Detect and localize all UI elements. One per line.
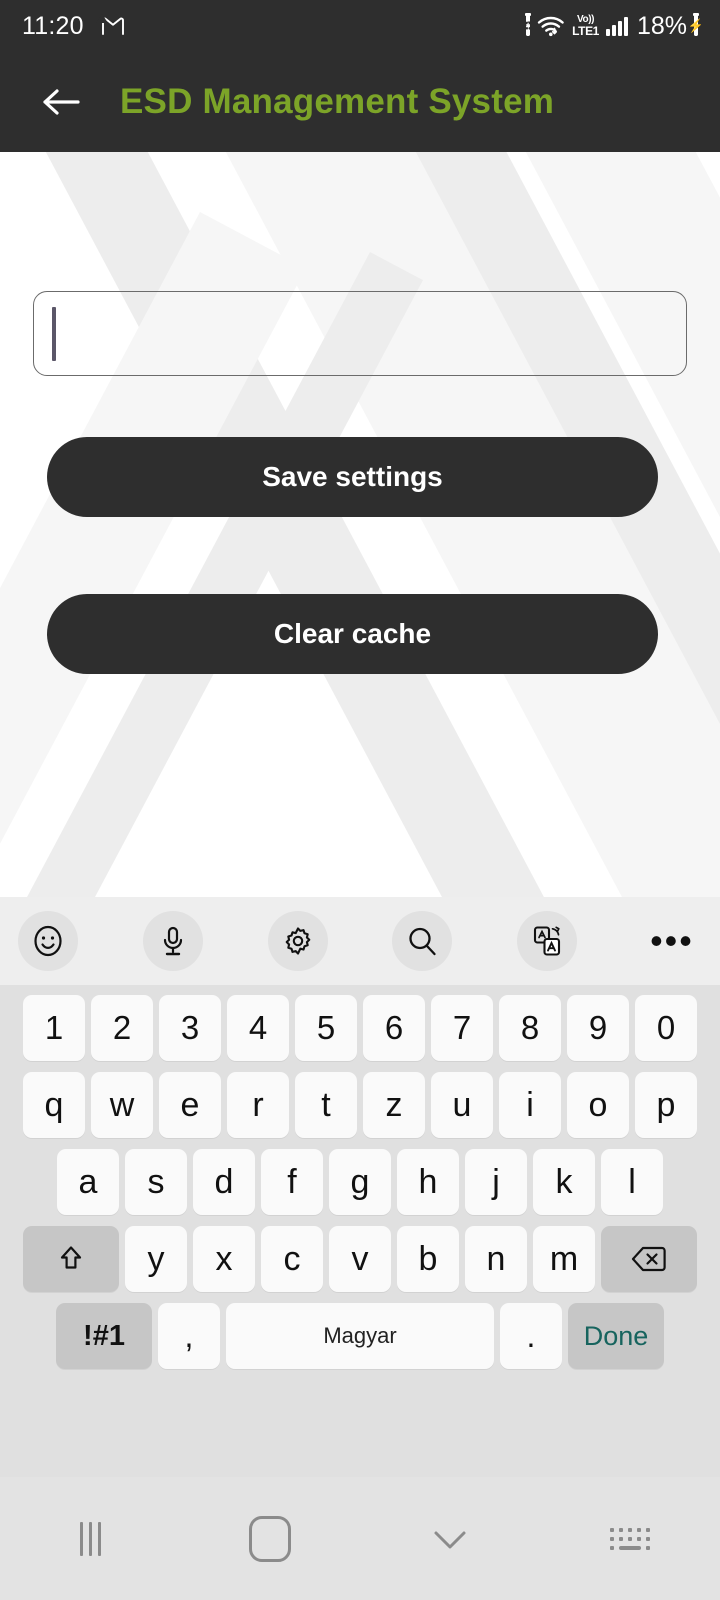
key-2[interactable]: 2 [91, 995, 153, 1061]
clear-cache-button[interactable]: Clear cache [47, 594, 658, 674]
on-screen-keyboard: ••• 1 2 3 4 5 6 7 8 9 0 q w e r t z u i … [0, 897, 720, 1477]
key-u[interactable]: u [431, 1072, 493, 1138]
key-3[interactable]: 3 [159, 995, 221, 1061]
back-button[interactable] [34, 75, 88, 129]
key-7[interactable]: 7 [431, 995, 493, 1061]
keyboard-row-3: y x c v b n m [6, 1226, 714, 1292]
key-s[interactable]: s [125, 1149, 187, 1215]
main-content: Save settings Clear cache [0, 152, 720, 897]
keyboard-rows: 1 2 3 4 5 6 7 8 9 0 q w e r t z u i o p … [0, 985, 720, 1369]
wifi-icon [537, 15, 565, 37]
search-icon[interactable] [392, 911, 453, 971]
key-n[interactable]: n [465, 1226, 527, 1292]
status-bar: 11:20 ♻ Vo)) LTE1 18% ⚡ [0, 0, 720, 52]
done-key[interactable]: Done [568, 1303, 664, 1369]
backspace-key[interactable] [601, 1226, 697, 1292]
key-c[interactable]: c [261, 1226, 323, 1292]
keyboard-row-numbers: 1 2 3 4 5 6 7 8 9 0 [6, 995, 714, 1061]
status-bar-right: ♻ Vo)) LTE1 18% ⚡ [522, 11, 705, 40]
key-x[interactable]: x [193, 1226, 255, 1292]
key-b[interactable]: b [397, 1226, 459, 1292]
save-settings-button[interactable]: Save settings [47, 437, 658, 517]
key-8[interactable]: 8 [499, 995, 561, 1061]
switch-keyboard-button[interactable] [540, 1527, 720, 1550]
chevron-down-icon [434, 1531, 466, 1548]
overflow-menu-icon[interactable]: ••• [642, 911, 702, 971]
key-g[interactable]: g [329, 1149, 391, 1215]
key-k[interactable]: k [533, 1149, 595, 1215]
app-bar: ESD Management System [0, 52, 720, 152]
key-e[interactable]: e [159, 1072, 221, 1138]
key-j[interactable]: j [465, 1149, 527, 1215]
key-l[interactable]: l [601, 1149, 663, 1215]
signal-bars-icon [605, 16, 628, 36]
key-t[interactable]: t [295, 1072, 357, 1138]
home-icon [249, 1515, 291, 1562]
key-v[interactable]: v [329, 1226, 391, 1292]
key-4[interactable]: 4 [227, 995, 289, 1061]
background-pattern [0, 152, 720, 897]
key-z[interactable]: z [363, 1072, 425, 1138]
key-1[interactable]: 1 [23, 995, 85, 1061]
key-q[interactable]: q [23, 1072, 85, 1138]
system-navigation-bar [0, 1477, 720, 1600]
comma-key[interactable]: , [158, 1303, 220, 1369]
key-w[interactable]: w [91, 1072, 153, 1138]
key-0[interactable]: 0 [635, 995, 697, 1061]
keyboard-row-1: q w e r t z u i o p [6, 1072, 714, 1138]
recents-button[interactable] [0, 1521, 180, 1556]
home-button[interactable] [180, 1515, 360, 1562]
microphone-icon[interactable] [142, 911, 203, 971]
keyboard-row-2: a s d f g h j k l [6, 1149, 714, 1215]
emoji-icon[interactable] [18, 911, 78, 971]
shift-key[interactable] [23, 1226, 119, 1292]
arrow-left-icon [43, 89, 80, 115]
key-r[interactable]: r [227, 1072, 289, 1138]
volte-icon: Vo)) LTE1 [572, 14, 599, 38]
period-key[interactable]: . [500, 1303, 562, 1369]
key-m[interactable]: m [533, 1226, 595, 1292]
space-key[interactable]: Magyar [226, 1303, 494, 1369]
phone-screen: 11:20 ♻ Vo)) LTE1 18% ⚡ ESD Management S… [0, 0, 720, 1600]
keyboard-toolbar: ••• [0, 897, 720, 985]
key-h[interactable]: h [397, 1149, 459, 1215]
symbols-key[interactable]: !#1 [56, 1303, 152, 1369]
keyboard-icon [610, 1527, 650, 1550]
page-title: ESD Management System [120, 82, 555, 121]
recents-icon [79, 1521, 101, 1556]
translate-icon[interactable] [517, 911, 578, 971]
key-y[interactable]: y [125, 1226, 187, 1292]
key-d[interactable]: d [193, 1149, 255, 1215]
text-cursor [52, 306, 56, 361]
status-clock: 11:20 [22, 11, 84, 40]
key-o[interactable]: o [567, 1072, 629, 1138]
status-bar-left: 11:20 [22, 12, 124, 41]
gear-icon[interactable] [267, 911, 328, 971]
key-i[interactable]: i [499, 1072, 561, 1138]
keyboard-row-bottom: !#1 , Magyar . Done [6, 1303, 714, 1369]
hide-keyboard-button[interactable] [360, 1524, 540, 1554]
settings-text-input[interactable] [33, 291, 687, 376]
key-5[interactable]: 5 [295, 995, 357, 1061]
key-a[interactable]: a [57, 1149, 119, 1215]
key-f[interactable]: f [261, 1149, 323, 1215]
battery-percent-label: 18% [636, 11, 687, 40]
key-6[interactable]: 6 [363, 995, 425, 1061]
key-9[interactable]: 9 [567, 995, 629, 1061]
key-p[interactable]: p [635, 1072, 697, 1138]
